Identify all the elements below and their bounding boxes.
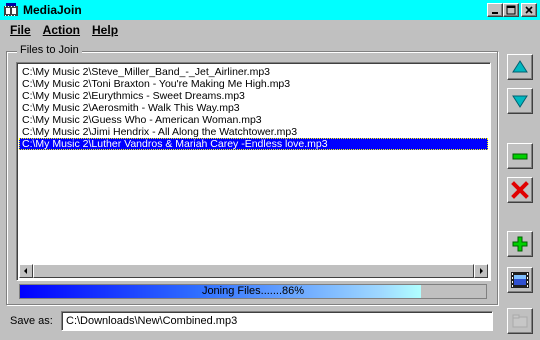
save-as-label: Save as: <box>10 315 53 327</box>
window-controls <box>487 3 537 17</box>
menu-bar: File Action Help <box>0 20 540 40</box>
join-button[interactable] <box>507 267 533 293</box>
progress-text: Joning Files.......86% <box>201 285 305 297</box>
browse-button[interactable] <box>507 308 533 334</box>
save-as-input[interactable] <box>61 311 493 331</box>
progress-bar: Joning Files.......86% <box>19 284 487 299</box>
list-item[interactable]: C:\My Music 2\Jimi Hendrix - All Along t… <box>19 126 488 138</box>
window-title: MediaJoin <box>23 3 82 17</box>
arrow-left-icon <box>23 268 27 274</box>
scroll-left-button[interactable] <box>19 264 33 278</box>
delete-button[interactable] <box>507 177 533 203</box>
menu-action-label: Action <box>42 23 81 37</box>
filmstrip-app-icon <box>4 3 18 16</box>
list-item[interactable]: C:\My Music 2\Aerosmith - Walk This Way.… <box>19 102 488 114</box>
arrow-right-icon <box>480 268 484 274</box>
plus-icon <box>512 236 528 252</box>
list-item[interactable]: C:\My Music 2\Steve_Miller_Band_-_Jet_Ai… <box>19 66 488 78</box>
arrow-down-icon <box>512 95 528 108</box>
menu-help[interactable]: Help <box>86 23 124 37</box>
folder-icon <box>512 314 528 328</box>
x-icon <box>511 181 529 199</box>
menu-action[interactable]: Action <box>37 23 86 37</box>
list-item[interactable]: C:\My Music 2\Eurythmics - Sweet Dreams.… <box>19 90 488 102</box>
horizontal-scrollbar[interactable] <box>19 264 488 278</box>
scroll-right-button[interactable] <box>474 264 488 278</box>
title-bar[interactable]: MediaJoin <box>0 0 540 20</box>
scroll-thumb[interactable] <box>32 264 475 278</box>
menu-help-label: Help <box>92 23 119 37</box>
arrow-up-icon <box>512 60 528 73</box>
list-item[interactable]: C:\My Music 2\Guess Who - American Woman… <box>19 114 488 126</box>
minus-icon <box>512 153 528 160</box>
list-item[interactable]: C:\My Music 2\Luther Vandros & Mariah Ca… <box>19 138 488 150</box>
menu-file-label: File <box>10 23 31 37</box>
maximize-button[interactable] <box>503 3 519 17</box>
files-group: Files to Join C:\My Music 2\Steve_Miller… <box>6 44 498 305</box>
remove-button[interactable] <box>507 143 533 169</box>
close-button[interactable] <box>521 3 537 17</box>
minimize-icon <box>492 12 498 14</box>
add-button[interactable] <box>507 231 533 257</box>
minimize-button[interactable] <box>487 3 503 17</box>
close-icon <box>525 6 533 14</box>
files-listbox[interactable]: C:\My Music 2\Steve_Miller_Band_-_Jet_Ai… <box>16 62 491 281</box>
maximize-icon <box>506 5 516 15</box>
files-list: C:\My Music 2\Steve_Miller_Band_-_Jet_Ai… <box>19 66 488 150</box>
list-item[interactable]: C:\My Music 2\Toni Braxton - You're Maki… <box>19 78 488 90</box>
move-down-button[interactable] <box>507 88 533 114</box>
files-group-label: Files to Join <box>17 44 82 56</box>
mediajoin-window: MediaJoin File Action Help Files to Join… <box>0 0 540 340</box>
filmstrip-icon <box>511 272 529 288</box>
move-up-button[interactable] <box>507 54 533 80</box>
menu-file[interactable]: File <box>4 23 37 37</box>
